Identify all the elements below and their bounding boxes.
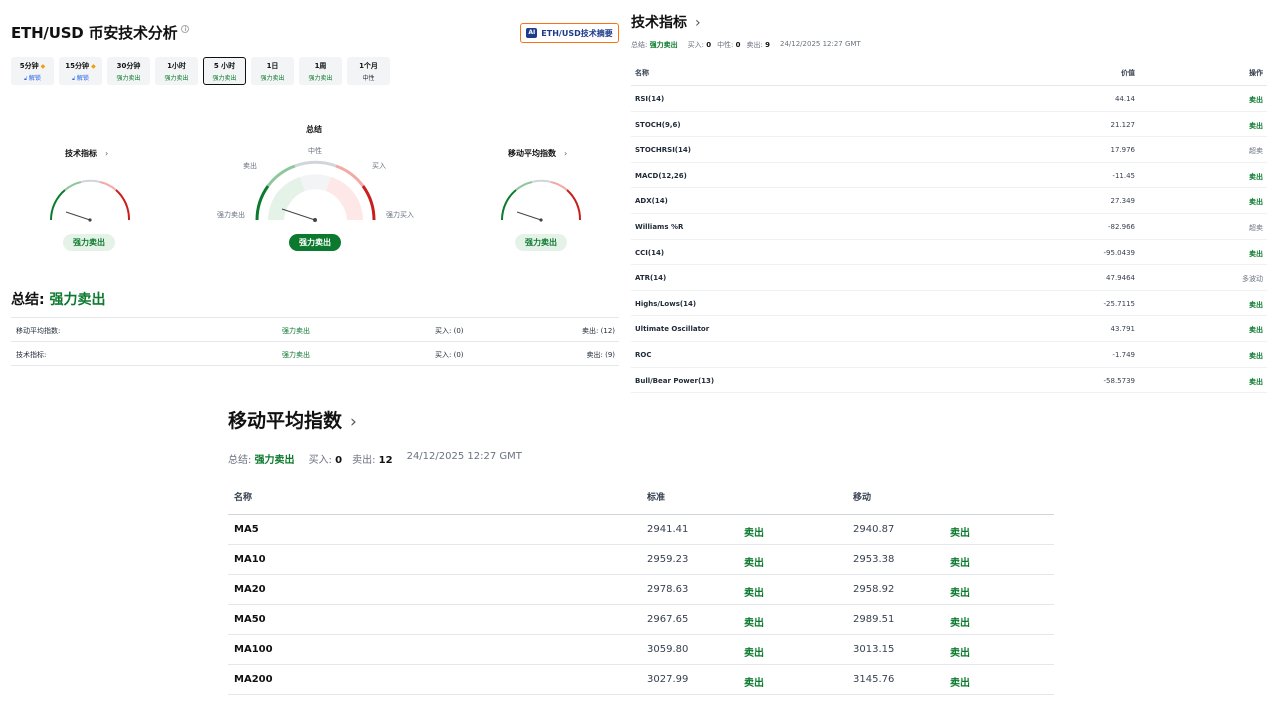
chevron-right-icon: › bbox=[105, 149, 109, 158]
table-row: ROC -1.749 卖出 bbox=[631, 342, 1267, 368]
summary-table: 移动平均指数: 强力卖出 买入: (0) 卖出: (12) 技术指标: 强力卖出 买入: (… bbox=[11, 317, 619, 366]
table-header: 名称 价值 操作 bbox=[631, 64, 1267, 86]
table-row: MA5 2941.41 卖出 2940.87 卖出 bbox=[228, 515, 1054, 545]
timeframe-tab[interactable]: 5分钟 ◆ 🔓︎ 解锁 bbox=[11, 57, 54, 85]
ma-result-badge: 强力卖出 bbox=[515, 234, 567, 251]
indicators-table: 名称 价值 操作 RSI(14) 44.14 卖出 STOCH(9,6) 21.127 卖… bbox=[631, 64, 1267, 394]
table-header: 名称 标准 移动 bbox=[228, 482, 1054, 515]
gauge-label-neutral: 中性 bbox=[308, 147, 322, 155]
timeframe-tab[interactable]: 1个月 中性 bbox=[347, 57, 390, 85]
table-row: 移动平均指数: 强力卖出 买入: (0) 卖出: (12) bbox=[11, 318, 619, 342]
info-icon[interactable]: i bbox=[181, 25, 190, 33]
timeframe-tab[interactable]: 1小时 强力卖出 bbox=[155, 57, 198, 85]
ma-gauge bbox=[500, 179, 582, 222]
table-row: Williams %R -82.966 超卖 bbox=[631, 214, 1267, 240]
tech-result-badge: 强力卖出 bbox=[63, 234, 115, 251]
table-row: RSI(14) 44.14 卖出 bbox=[631, 86, 1267, 112]
gauge-label-buy: 买入 bbox=[372, 162, 386, 170]
overall-gauge bbox=[255, 160, 376, 222]
tech-gauge-title[interactable]: 技术指标 › bbox=[65, 148, 108, 159]
page-title: ETH/USD 币安技术分析 i bbox=[11, 22, 190, 43]
gauge-label-strong-sell: 强力卖出 bbox=[217, 211, 245, 219]
summary-title: 总结: 强力卖出 bbox=[11, 292, 106, 308]
gauge-label-sell: 卖出 bbox=[243, 162, 257, 170]
ma-meta: 总结: 强力卖出 买入: 0 卖出: 12 24/12/2025 12:27 G… bbox=[228, 451, 522, 466]
timeframe-tab[interactable]: 30分钟 强力卖出 bbox=[107, 57, 150, 85]
table-row: ATR(14) 47.9464 多波动 bbox=[631, 265, 1267, 291]
table-row: STOCH(9,6) 21.127 卖出 bbox=[631, 112, 1267, 138]
gauge-label-strong-buy: 强力买入 bbox=[386, 211, 414, 219]
indicators-title[interactable]: 技术指标 › bbox=[631, 12, 701, 32]
timeframe-tab[interactable]: 1周 强力卖出 bbox=[299, 57, 342, 85]
table-row: MACD(12,26) -11.45 卖出 bbox=[631, 163, 1267, 189]
ma-table: 名称 标准 移动 MA5 2941.41 卖出 2940.87 卖出 MA10 2959.2… bbox=[228, 482, 1054, 695]
crown-icon: ◆ bbox=[89, 62, 96, 70]
ai-summary-button[interactable]: AI ETH/USD技术摘要 bbox=[520, 23, 619, 43]
chevron-right-icon: › bbox=[564, 149, 568, 158]
table-row: 技术指标: 强力卖出 买入: (0) 卖出: (9) bbox=[11, 342, 619, 366]
table-row: MA50 2967.65 卖出 2989.51 卖出 bbox=[228, 605, 1054, 635]
table-row: STOCHRSI(14) 17.976 超卖 bbox=[631, 137, 1267, 163]
chevron-right-icon: › bbox=[350, 412, 357, 432]
table-row: Highs/Lows(14) -25.7115 卖出 bbox=[631, 291, 1267, 317]
ma-gauge-title[interactable]: 移动平均指数 › bbox=[508, 148, 567, 159]
table-row: ADX(14) 27.349 卖出 bbox=[631, 188, 1267, 214]
table-row: Bull/Bear Power(13) -58.5739 卖出 bbox=[631, 368, 1267, 394]
timeframe-tab[interactable]: 15分钟 ◆ 🔓︎ 解锁 bbox=[59, 57, 102, 85]
timeframe-tabs: 5分钟 ◆ 🔓︎ 解锁 15分钟 ◆ 🔓︎ 解锁 30分钟 强力卖出 1小时 强力卖出 5 小时… bbox=[11, 57, 390, 85]
crown-icon: ◆ bbox=[38, 62, 46, 70]
tech-gauge bbox=[49, 179, 131, 222]
ma-title[interactable]: 移动平均指数 › bbox=[228, 406, 357, 433]
table-row: CCI(14) -95.0439 卖出 bbox=[631, 240, 1267, 266]
table-row: MA10 2959.23 卖出 2953.38 卖出 bbox=[228, 545, 1054, 575]
ai-icon: AI bbox=[526, 28, 538, 38]
overall-result-badge: 强力卖出 bbox=[289, 234, 341, 251]
timeframe-tab[interactable]: 1日 强力卖出 bbox=[251, 57, 294, 85]
table-row: Ultimate Oscillator 43.791 卖出 bbox=[631, 316, 1267, 342]
table-row: MA200 3027.99 卖出 3145.76 卖出 bbox=[228, 665, 1054, 695]
table-row: MA20 2978.63 卖出 2958.92 卖出 bbox=[228, 575, 1054, 605]
table-row: MA100 3059.80 卖出 3013.15 卖出 bbox=[228, 635, 1054, 665]
indicators-meta: 总结: 强力卖出 买入: 0 中性: 0 卖出: 9 24/12/2025 12… bbox=[631, 40, 861, 49]
technical-analysis-panel: ETH/USD 币安技术分析 i AI ETH/USD技术摘要 5分钟 ◆ 🔓︎ 解… bbox=[0, 0, 625, 380]
chevron-right-icon: › bbox=[695, 15, 701, 31]
overall-gauge-title: 总结 bbox=[306, 125, 322, 134]
timeframe-tab[interactable]: 5 小时 强力卖出 bbox=[203, 57, 246, 85]
